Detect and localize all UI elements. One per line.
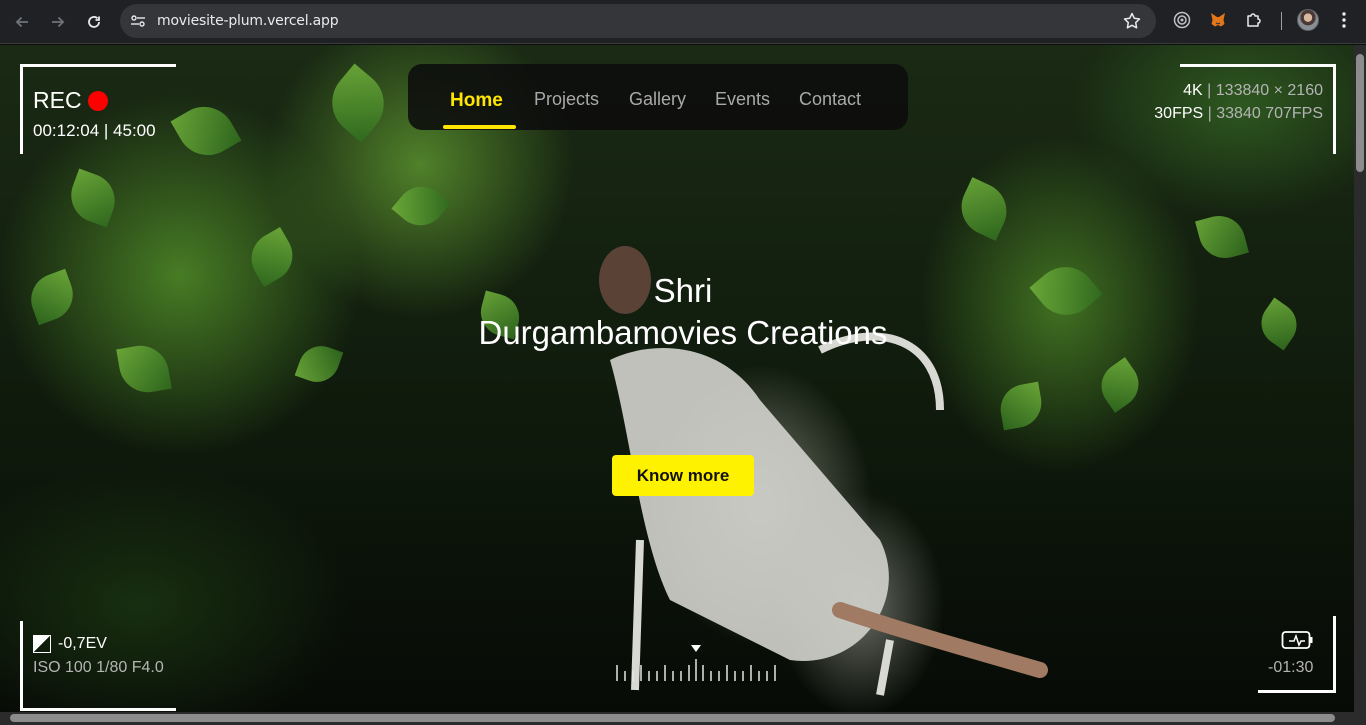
browser-toolbar: moviesite-plum.vercel.app [0, 0, 1366, 44]
horizontal-scrollbar-thumb[interactable] [10, 714, 1335, 722]
reload-icon[interactable] [80, 8, 108, 36]
address-bar[interactable]: moviesite-plum.vercel.app [120, 4, 1156, 38]
rec-dot-icon [87, 90, 108, 111]
iso-shutter-aperture: ISO 100 1/80 F4.0 [33, 659, 164, 676]
puzzle-extensions-icon[interactable] [1244, 10, 1264, 30]
resolution-detail: | 133840 × 2160 [1207, 82, 1323, 99]
fps-detail: | 33840 707FPS [1207, 105, 1323, 122]
nav-active-underline [443, 125, 516, 129]
hero-title-line1: Shri [653, 272, 713, 309]
nav-projects[interactable]: Projects [534, 89, 599, 110]
nav-contact[interactable]: Contact [799, 89, 861, 110]
extension-circle-icon[interactable] [1172, 10, 1192, 30]
rec-label: REC [33, 87, 82, 113]
nav-home[interactable]: Home [450, 90, 503, 112]
timecode: 00:12:04 | 45:00 [33, 121, 156, 140]
vertical-scrollbar-thumb[interactable] [1356, 54, 1364, 172]
viewfinder-corner-bottom-right [1258, 616, 1336, 693]
nav-events[interactable]: Events [715, 89, 770, 110]
exposure-icon [33, 635, 51, 653]
toolbar-divider [1281, 12, 1282, 30]
main-navbar: Home Projects Gallery Events Contact [408, 64, 908, 130]
hero-section: REC 00:12:04 | 45:00 4K | 133840 × 2160 … [0, 45, 1354, 712]
url-text[interactable]: moviesite-plum.vercel.app [157, 13, 339, 29]
time-remaining: -01:30 [1268, 659, 1314, 676]
forward-arrow-icon[interactable] [44, 8, 72, 36]
bookmark-star-icon[interactable] [1122, 11, 1142, 31]
metamask-fox-icon[interactable] [1208, 10, 1228, 30]
more-vert-icon[interactable] [1334, 10, 1354, 30]
nav-gallery[interactable]: Gallery [629, 89, 686, 110]
battery-icon [1281, 631, 1313, 649]
know-more-button[interactable]: Know more [612, 455, 754, 496]
hero-title-line2: Durgambamovies Creations [478, 314, 888, 351]
camera-specs: 4K | 133840 × 2160 30FPS | 33840 707FPS [1154, 79, 1323, 125]
profile-avatar[interactable] [1297, 9, 1319, 31]
exposure-value: -0,7EV [58, 635, 107, 652]
back-arrow-icon[interactable] [8, 8, 36, 36]
fps-label: 30FPS [1154, 105, 1204, 122]
focus-ruler [616, 645, 776, 681]
resolution-label: 4K [1183, 82, 1203, 99]
rec-indicator: REC [33, 87, 108, 114]
site-info-icon[interactable] [130, 13, 146, 29]
exposure-readout: -0,7EV [33, 635, 107, 653]
